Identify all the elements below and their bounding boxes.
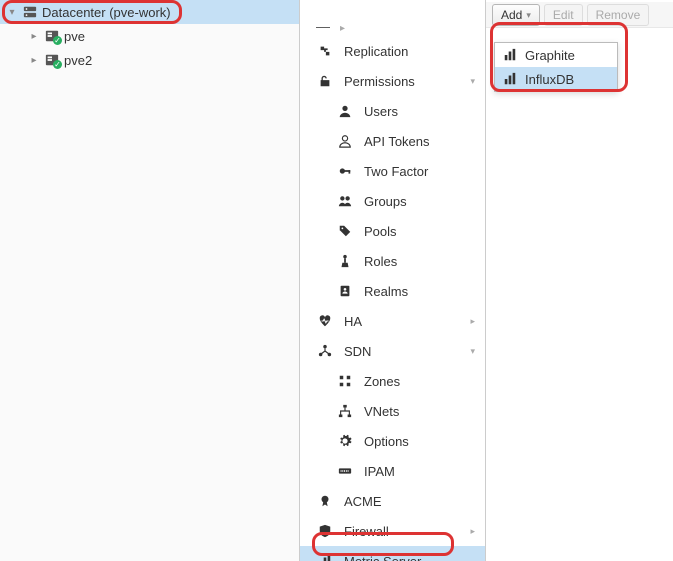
menu-api-tokens[interactable]: API Tokens [300,126,485,156]
tree-node-label: pve2 [64,53,92,68]
edit-button[interactable]: Edit [544,4,583,26]
shield-icon [316,524,334,538]
user-outline-icon [336,134,354,148]
menu-ipam[interactable]: IPAM [300,456,485,486]
add-dropdown-menu: Graphite InfluxDB [494,42,618,92]
tree-datacenter[interactable]: ▾ Datacenter (pve-work) [0,0,299,24]
remove-button[interactable]: Remove [587,4,650,26]
chevron-right-icon[interactable]: ▸ [28,55,40,66]
menu-vnets[interactable]: VNets [300,396,485,426]
bar-chart-icon [503,48,519,62]
server-rack-icon [22,5,38,19]
server-icon [44,53,60,67]
users-icon [336,194,354,208]
menu-groups[interactable]: Groups [300,186,485,216]
bar-chart-icon [316,554,334,561]
chevron-down-icon: ▾ [470,76,475,87]
chevron-down-icon[interactable]: ▾ [6,7,18,18]
chevron-right-icon: ▸ [470,526,475,537]
dropdown-influxdb[interactable]: InfluxDB [495,67,617,91]
menu-ha[interactable]: HA ▸ [300,306,485,336]
network-icon [316,344,334,358]
server-icon [44,29,60,43]
tree-node-label: pve [64,29,85,44]
menu-acme[interactable]: ACME [300,486,485,516]
chevron-right-icon: ▸ [340,23,345,34]
config-menu: — ▸ Replication Permissions ▾ Users API … [300,0,486,561]
content-toolbar: Add ▾ Edit Remove [486,2,673,28]
menu-roles[interactable]: Roles [300,246,485,276]
menu-realms[interactable]: Realms [300,276,485,306]
replication-icon [316,44,334,58]
certificate-icon [316,494,334,508]
menu-metric-server[interactable]: Metric Server [300,546,485,561]
user-icon [336,104,354,118]
tree-datacenter-label: Datacenter (pve-work) [42,5,171,20]
heartbeat-icon [316,314,334,328]
add-button[interactable]: Add ▾ [492,4,540,26]
tree-node-pve2[interactable]: ▸ pve2 [0,48,299,72]
unlock-icon [316,74,334,88]
key-icon [336,164,354,178]
chevron-right-icon: ▸ [470,316,475,327]
chevron-down-icon: ▾ [470,346,475,357]
bar-chart-icon [503,72,519,86]
chevron-down-icon: ▾ [526,10,531,21]
menu-replication[interactable]: Replication [300,36,485,66]
menu-pools[interactable]: Pools [300,216,485,246]
menu-firewall[interactable]: Firewall ▸ [300,516,485,546]
resource-tree: ▾ Datacenter (pve-work) ▸ pve ▸ pve2 [0,0,300,561]
person-icon [336,254,354,268]
ip-icon [336,464,354,478]
gear-icon [336,434,354,448]
menu-two-factor[interactable]: Two Factor [300,156,485,186]
chevron-right-icon[interactable]: ▸ [28,31,40,42]
tags-icon [336,224,354,238]
dropdown-graphite[interactable]: Graphite [495,43,617,67]
address-book-icon [336,284,354,298]
menu-zones[interactable]: Zones [300,366,485,396]
menu-collapse-toggle[interactable]: — ▸ [300,16,485,36]
sitemap-icon [336,404,354,418]
grid-icon [336,374,354,388]
menu-options[interactable]: Options [300,426,485,456]
tree-node-pve[interactable]: ▸ pve [0,24,299,48]
menu-sdn[interactable]: SDN ▾ [300,336,485,366]
menu-permissions[interactable]: Permissions ▾ [300,66,485,96]
menu-users[interactable]: Users [300,96,485,126]
